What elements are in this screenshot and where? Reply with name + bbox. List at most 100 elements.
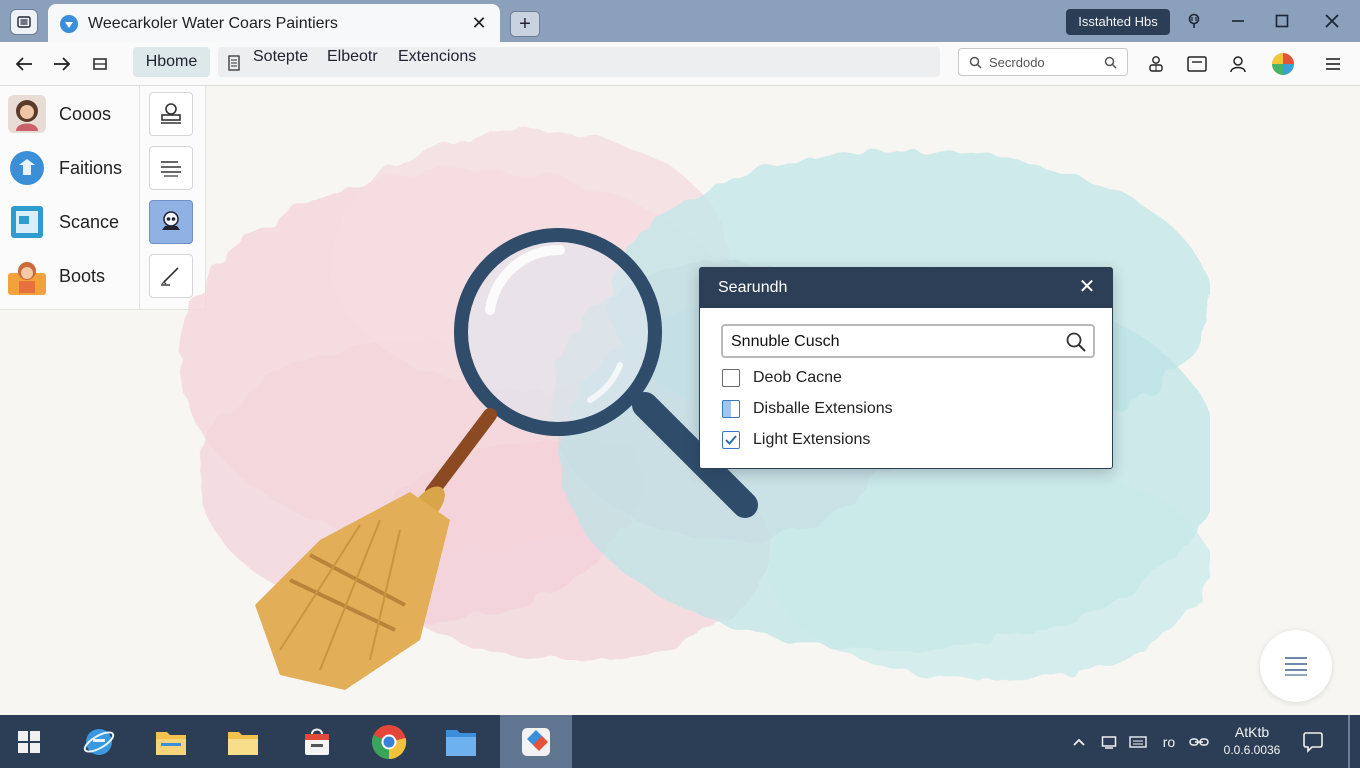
panel-icon [1187, 56, 1207, 72]
taskbar-app-chrome[interactable] [360, 715, 418, 768]
taskbar-clock[interactable]: AtKtb 0.0.6.0036 [1220, 724, 1284, 757]
minimize-icon [1232, 20, 1244, 22]
floating-menu-button[interactable] [1260, 630, 1332, 702]
folder-icon [228, 731, 258, 755]
browser-tab[interactable]: Weecarkoler Water Coars Paintiers ✕ [48, 4, 500, 42]
checkmark-icon [725, 435, 737, 445]
show-desktop-divider[interactable] [1348, 715, 1350, 768]
profile-button[interactable] [1225, 51, 1251, 77]
tray-keyboard[interactable] [1127, 731, 1149, 753]
option-label: Disballe Extensions [753, 400, 893, 417]
palette-icon [1272, 53, 1294, 75]
clock-date: 0.0.6.0036 [1223, 743, 1281, 757]
clock-time: AtKtb [1234, 724, 1270, 740]
shield-badge-icon [8, 149, 46, 187]
search-icon[interactable] [1065, 331, 1087, 353]
tray-network[interactable] [1188, 731, 1210, 753]
reader-button[interactable] [86, 50, 114, 78]
address-segment[interactable]: Sotepte [253, 48, 308, 66]
back-button[interactable] [10, 50, 38, 78]
hamburger-icon [17, 16, 31, 28]
sidebar-item-label: Faitions [59, 157, 123, 178]
address-segment[interactable]: Elbeotr [327, 48, 378, 66]
start-button[interactable] [0, 715, 58, 768]
chrome-icon [371, 724, 407, 759]
checkbox-checked[interactable] [722, 431, 740, 449]
monitor-icon [1101, 736, 1117, 749]
keyboard-icon [1129, 736, 1147, 748]
chevron-up-icon [1073, 738, 1085, 746]
maximize-button[interactable] [1268, 8, 1296, 34]
image-frame-icon [8, 203, 46, 241]
document-icon [228, 55, 240, 71]
app-diamond-icon [522, 727, 550, 756]
notification-button[interactable] [1300, 729, 1326, 755]
sidebar-item-label: Boots [59, 265, 106, 286]
close-icon: ✕ [1078, 276, 1096, 298]
maximize-icon [1275, 14, 1289, 28]
title-bar: Weecarkoler Water Coars Paintiers ✕ + Is… [0, 0, 1360, 42]
sidebar-item-scance[interactable]: Scance [8, 200, 138, 244]
option-row[interactable]: Disballe Extensions [722, 398, 893, 420]
tab-title: Weecarkoler Water Coars Paintiers [88, 15, 338, 32]
folder-blue-icon [446, 729, 476, 756]
sidebar-item-cooos[interactable]: Cooos [8, 92, 138, 136]
list-icon [1285, 657, 1307, 676]
sidebar-item-faitions[interactable]: Faitions [8, 146, 138, 190]
users-icon [1149, 56, 1163, 72]
profile-chip[interactable]: Isstahted Hbs [1066, 9, 1170, 35]
windows-logo-icon [18, 730, 40, 753]
store-bag-icon [305, 728, 329, 755]
taskbar-app-active[interactable] [500, 715, 572, 768]
dialog-header: Searundh ✕ [700, 268, 1112, 308]
main-menu-button[interactable] [1320, 51, 1346, 77]
tray-monitor[interactable] [1098, 731, 1120, 753]
forward-button[interactable] [48, 50, 76, 78]
checkbox-partial[interactable] [722, 400, 740, 418]
sidebar-item-label: Cooos [59, 103, 112, 124]
taskbar-app-explorer[interactable] [432, 715, 490, 768]
toolbar-search-input[interactable]: Secrdodo [958, 48, 1128, 76]
extension-button[interactable] [1180, 8, 1208, 34]
dialog-title: Searundh [718, 279, 788, 296]
taskbar: ro AtKtb 0.0.6.0036 [0, 715, 1360, 768]
taskbar-app-folder[interactable] [214, 715, 272, 768]
browser-menu-button[interactable] [10, 9, 38, 35]
option-row[interactable]: Deob Cacne [722, 367, 842, 389]
arrow-left-icon [15, 57, 32, 71]
tray-chevron-button[interactable] [1068, 731, 1090, 753]
sidebar-toggle-button[interactable] [1184, 51, 1210, 77]
search-icon [1104, 56, 1117, 69]
window-close-button[interactable] [1318, 8, 1346, 34]
sidebar-item-boots[interactable]: Boots [8, 254, 138, 298]
close-icon [1325, 14, 1339, 28]
address-segment[interactable]: Extencions [398, 48, 476, 66]
browser-e-icon [83, 728, 115, 755]
search-icon [969, 56, 982, 69]
hamburger-icon [1326, 58, 1340, 70]
taskbar-app-store[interactable] [288, 715, 346, 768]
accounts-button[interactable] [1143, 51, 1169, 77]
taskbar-app-files[interactable] [142, 715, 200, 768]
person-orange-icon [8, 257, 46, 295]
taskbar-app-edge[interactable] [70, 715, 128, 768]
tray-text[interactable]: ro [1156, 731, 1182, 753]
dialog-search-input[interactable]: Snnuble Cusch [721, 324, 1095, 358]
pin-icon [1188, 13, 1200, 28]
minimize-button[interactable] [1224, 8, 1252, 34]
browser-toolbar: Hbome Sotepte Elbeotr Extencions Secrdod… [0, 42, 1360, 86]
tab-close-button[interactable]: ✕ [468, 12, 490, 34]
arrow-right-icon [54, 57, 71, 71]
checkbox-unchecked[interactable] [722, 369, 740, 387]
option-label: Deob Cacne [753, 369, 842, 386]
chat-bubble-icon [1303, 732, 1323, 753]
plus-icon: + [519, 13, 531, 35]
colorful-extension-button[interactable] [1270, 51, 1296, 77]
new-tab-button[interactable]: + [510, 11, 540, 37]
dialog-close-button[interactable]: ✕ [1076, 276, 1098, 298]
tab-favicon-icon [60, 15, 78, 33]
option-row[interactable]: Light Extensions [722, 429, 870, 451]
user-icon [1230, 56, 1246, 73]
sidebar: Cooos Faitions Scance Boots [0, 86, 140, 310]
home-chip[interactable]: Hbome [133, 47, 210, 77]
